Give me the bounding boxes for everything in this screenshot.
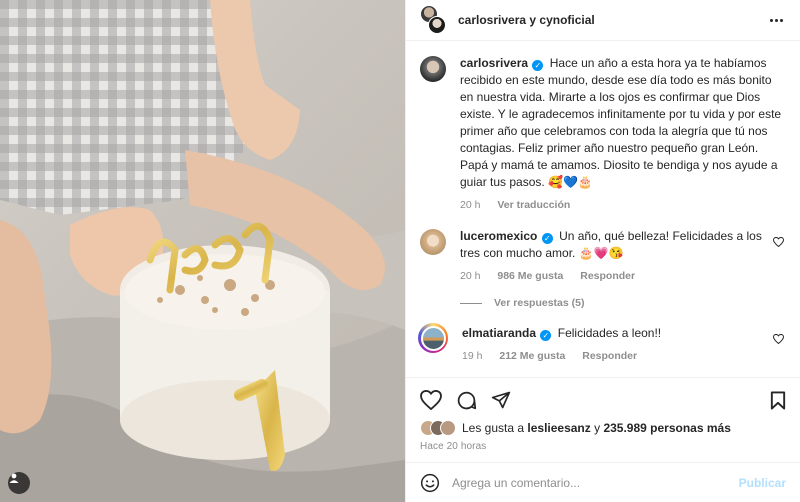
post-photo[interactable] <box>0 0 405 502</box>
comment-username[interactable]: elmatiaranda <box>462 326 536 340</box>
verified-icon: ✓ <box>532 60 544 71</box>
view-replies-button[interactable]: Ver respuestas (5) <box>460 297 784 309</box>
reply-button[interactable]: Responder <box>582 350 637 362</box>
comment-time[interactable]: 20 h <box>460 199 480 211</box>
comment-input[interactable] <box>452 475 739 490</box>
likes-count[interactable]: 235.989 personas más <box>603 421 730 435</box>
likes-user[interactable]: leslieesanz <box>527 421 590 435</box>
comment-text: Felicidades a leon!! <box>557 326 662 340</box>
liker-avatars <box>420 420 456 436</box>
post-timestamp[interactable]: Hace 20 horas <box>420 441 790 452</box>
more-icon[interactable] <box>766 18 786 22</box>
reply-button[interactable]: Responder <box>580 270 635 282</box>
comment-composer: Publicar <box>406 462 800 502</box>
user-tags-button[interactable] <box>8 472 30 494</box>
user-icon <box>9 473 19 483</box>
likes-summary[interactable]: Les gusta a leslieesanz y 235.989 person… <box>420 420 790 436</box>
comment-username[interactable]: luceromexico <box>460 229 537 243</box>
translate-link[interactable]: Ver traducción <box>497 199 570 211</box>
comment-icon[interactable] <box>456 390 477 411</box>
caption: carlosrivera ✓ Hace un año a esta hora y… <box>420 55 784 214</box>
comment-likes[interactable]: 212 Me gusta <box>499 350 565 362</box>
comment-likes[interactable]: 986 Me gusta <box>497 270 563 282</box>
view-replies-label: Ver respuestas (5) <box>494 297 585 309</box>
emoji-icon[interactable] <box>420 473 440 493</box>
post-panel: carlosrivera y cynoficial carlosrivera ✓… <box>405 0 800 502</box>
comments-list[interactable]: carlosrivera ✓ Hace un año a esta hora y… <box>406 41 800 377</box>
verified-icon: ✓ <box>540 330 552 341</box>
comment-time[interactable]: 19 h <box>462 350 482 362</box>
post-actions: Les gusta a leslieesanz y 235.989 person… <box>406 377 800 452</box>
avatar <box>428 16 446 34</box>
comment-username[interactable]: carlosrivera <box>460 56 528 70</box>
avatar[interactable] <box>420 229 446 255</box>
comment-text: Hace un año a esta hora ya te habíamos r… <box>460 56 782 189</box>
avatar[interactable] <box>418 323 448 353</box>
post-button[interactable]: Publicar <box>739 476 786 490</box>
bookmark-icon[interactable] <box>770 390 786 410</box>
post-header: carlosrivera y cynoficial <box>406 0 800 41</box>
avatar[interactable] <box>420 56 446 82</box>
heart-icon[interactable] <box>420 390 442 410</box>
heart-icon[interactable] <box>770 228 784 285</box>
share-icon[interactable] <box>491 390 511 410</box>
heart-icon[interactable] <box>770 325 784 365</box>
collab-avatars[interactable] <box>420 5 446 35</box>
post-authors[interactable]: carlosrivera y cynoficial <box>458 13 766 27</box>
likes-prefix: Les gusta a <box>462 421 525 435</box>
cake-photo-illustration <box>0 0 405 502</box>
comment-time[interactable]: 20 h <box>460 270 480 282</box>
verified-icon: ✓ <box>541 233 553 244</box>
comment: elmatiaranda ✓ Felicidades a leon!! 19 h… <box>418 323 784 365</box>
likes-joiner: y <box>594 421 601 435</box>
comment: luceromexico ✓ Un año, qué belleza! Feli… <box>420 228 784 285</box>
